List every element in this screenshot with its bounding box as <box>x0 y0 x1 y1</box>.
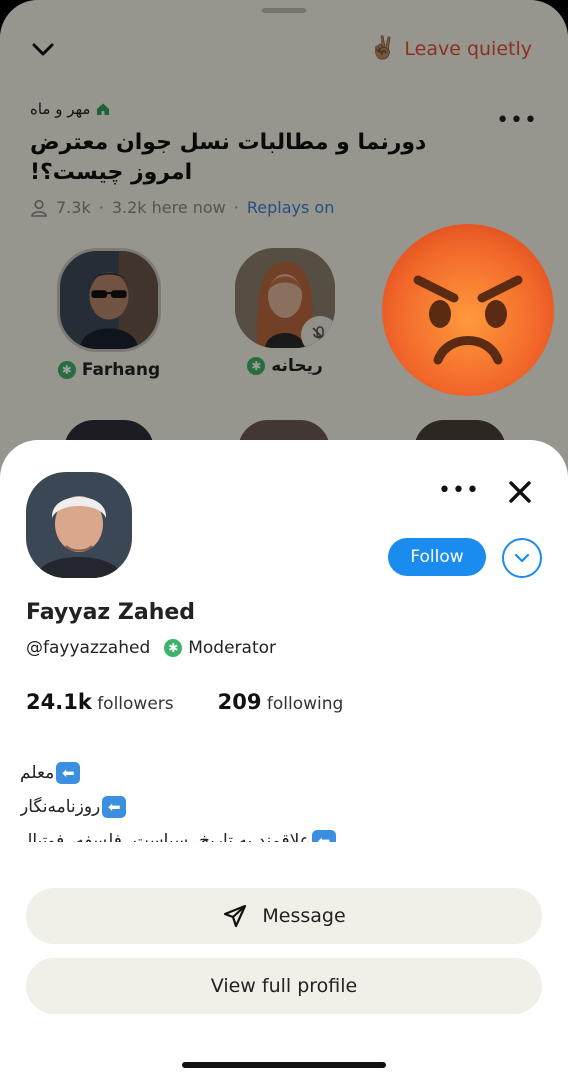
mic-muted-icon <box>301 316 335 348</box>
room-screen: ✌🏽 Leave quietly مهر و ماه ••• دورنما و … <box>0 0 568 1080</box>
bio-line: ⬅علاقمند به تاریخ، سیاست، فلسفه، فوتبال <box>20 824 420 842</box>
speaker-name: ✱ ریحانه <box>230 356 340 376</box>
followers-count: 24.1k <box>26 690 92 714</box>
follow-button[interactable]: Follow <box>388 538 486 576</box>
bio-line: ⬅معلم <box>20 756 420 790</box>
speaker-tile[interactable]: ✱ ریحانه <box>230 248 340 376</box>
person-icon <box>31 199 47 217</box>
followers-stat[interactable]: 24.1k followers <box>26 690 174 714</box>
profile-handle: @fayyazzahed <box>26 638 151 658</box>
replays-status[interactable]: Replays on <box>247 198 334 217</box>
grabber-handle[interactable] <box>262 8 306 13</box>
message-button[interactable]: Message <box>26 888 542 944</box>
house-icon <box>97 103 110 115</box>
angry-face-icon <box>382 224 554 396</box>
moderator-badge-icon: ✱ <box>247 357 266 375</box>
room-meta: 7.3k · 3.2k here now · Replays on <box>30 198 334 217</box>
left-arrow-icon: ⬅ <box>56 762 81 784</box>
view-full-profile-label: View full profile <box>210 975 358 997</box>
meta-separator: · <box>233 198 239 217</box>
following-stat[interactable]: 209 following <box>218 690 344 714</box>
bio-line: ⬅روزنامه‌نگار <box>20 790 420 824</box>
meta-separator: · <box>98 198 104 217</box>
club-name[interactable]: مهر و ماه <box>30 100 110 118</box>
speaker-name: ✱ Farhang <box>54 360 164 380</box>
close-icon[interactable] <box>506 478 534 506</box>
listener-count: 7.3k <box>56 198 91 217</box>
profile-avatar[interactable] <box>26 472 132 578</box>
profile-bio: ⬅معلم ⬅روزنامه‌نگار ⬅علاقمند به تاریخ، س… <box>20 756 420 842</box>
victory-hand-icon: ✌🏽 <box>368 36 397 61</box>
avatar <box>57 248 161 352</box>
leave-quietly-label: Leave quietly <box>404 37 532 60</box>
profile-stats: 24.1k followers 209 following <box>26 690 343 714</box>
home-indicator[interactable] <box>182 1062 386 1068</box>
speaker-name-label: Farhang <box>81 360 161 380</box>
moderator-badge-icon: ✱ <box>164 639 183 657</box>
speaker-name-label: ریحانه <box>271 356 323 376</box>
here-now-count: 3.2k here now <box>111 198 226 217</box>
leave-quietly-button[interactable]: ✌🏽 Leave quietly <box>369 36 532 61</box>
left-arrow-icon: ⬅ <box>102 796 127 818</box>
following-label: following <box>266 694 344 714</box>
moderator-tag: ✱ Moderator <box>164 638 276 658</box>
chevron-down-icon[interactable] <box>502 538 542 578</box>
profile-more-icon[interactable]: ••• <box>438 478 480 503</box>
chevron-down-icon[interactable] <box>32 38 54 60</box>
club-name-label: مهر و ماه <box>30 100 91 118</box>
followers-label: followers <box>97 694 174 714</box>
avatar <box>235 248 335 348</box>
profile-handle-row: @fayyazzahed ✱ Moderator <box>26 638 276 658</box>
moderator-label: Moderator <box>188 638 277 658</box>
following-count: 209 <box>217 690 262 714</box>
view-full-profile-button[interactable]: View full profile <box>26 958 542 1014</box>
room-title: دورنما و مطالبات نسل جوان معترض امروز چی… <box>30 130 427 185</box>
message-label: Message <box>262 905 346 927</box>
profile-sheet: ••• Follow Fayyaz Zahed @fayyazzahed ✱ M… <box>0 440 568 1080</box>
left-arrow-icon: ⬅ <box>311 830 336 842</box>
moderator-badge-icon: ✱ <box>57 361 76 379</box>
paper-plane-icon <box>224 904 247 928</box>
profile-full-name: Fayyaz Zahed <box>26 600 196 625</box>
room-more-icon[interactable]: ••• <box>496 108 538 133</box>
speaker-tile[interactable]: ✱ Farhang <box>54 248 164 380</box>
